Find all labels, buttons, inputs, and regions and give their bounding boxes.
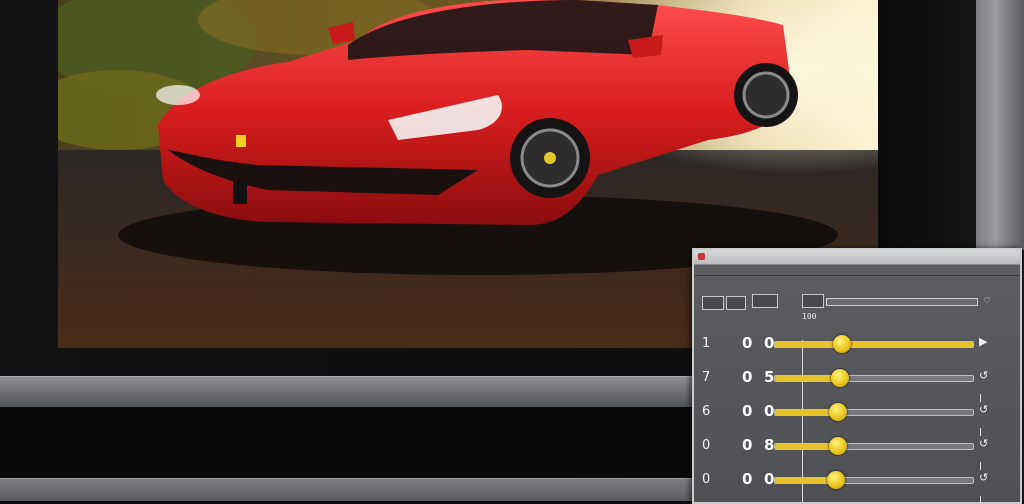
toolbar-label-mid: 100 [802, 312, 817, 321]
slider-row: 7 0 5 ↺ [694, 362, 1020, 402]
row-index: 0 [702, 438, 711, 453]
row-value-b: 0 [764, 334, 775, 352]
row-value-a: 0 [742, 470, 753, 488]
slider-knob[interactable] [833, 335, 851, 353]
play-icon[interactable]: ▶ [979, 335, 987, 348]
slider-fill [775, 342, 842, 347]
taskbar [0, 478, 700, 501]
row-index: 0 [702, 472, 711, 487]
reset-icon[interactable]: ↺ [979, 369, 988, 382]
toolbar-button-2[interactable] [726, 296, 746, 310]
slider-track[interactable] [774, 369, 981, 402]
slider-knob[interactable] [829, 437, 847, 455]
row-value-a: 0 [742, 402, 753, 420]
close-icon[interactable] [698, 253, 705, 260]
row-value-b: 5 [764, 368, 775, 386]
reset-icon[interactable]: ↺ [979, 437, 988, 450]
row-value-a: 0 [742, 334, 753, 352]
top-slider-track[interactable] [826, 298, 978, 306]
row-value-b: 0 [764, 470, 775, 488]
row-index: 1 [702, 336, 711, 351]
reset-icon[interactable]: ↺ [979, 471, 988, 484]
slider-track[interactable] [774, 437, 981, 470]
row-value-a: 0 [742, 436, 753, 454]
viewer-bottom-bar [0, 376, 700, 408]
lower-screen-area [0, 407, 700, 477]
toolbar-button-4[interactable] [802, 294, 824, 308]
toolbar-button-3[interactable] [752, 294, 778, 308]
panel-menu-bar [694, 265, 1020, 276]
slider-rows: 1 0 0 ▶ 7 0 5 ↺ 6 0 0 ↺ 0 0 8 ↺ 0 0 0 ↺ [694, 328, 1020, 504]
row-value-b: 8 [764, 436, 775, 454]
slider-row: 1 0 0 ▶ [694, 328, 1020, 362]
slider-track[interactable] [774, 403, 981, 436]
slider-row: 6 0 0 ↺ [694, 396, 1020, 436]
slider-row: 0 0 0 ↺ [694, 464, 1020, 504]
reset-icon[interactable]: ↺ [979, 403, 988, 416]
row-index: 6 [702, 404, 711, 419]
slider-row: 0 0 8 ↺ [694, 430, 1020, 470]
slider-knob[interactable] [829, 403, 847, 421]
slider-track[interactable] [774, 471, 981, 504]
slider-tick [980, 496, 991, 504]
row-value-a: 0 [742, 368, 753, 386]
slider-knob[interactable] [827, 471, 845, 489]
slider-track[interactable] [774, 335, 974, 353]
heart-icon[interactable]: ♡ [984, 296, 990, 307]
slider-knob[interactable] [831, 369, 849, 387]
row-index: 7 [702, 370, 711, 385]
row-value-b: 0 [764, 402, 775, 420]
monitor-bezel [878, 0, 978, 250]
panel-title-bar[interactable] [694, 250, 1020, 265]
adjustment-panel[interactable]: 100 ♡ 1 0 0 ▶ 7 0 5 ↺ 6 0 0 ↺ 0 0 8 ↺ 0 … [692, 248, 1022, 504]
panel-toolbar: 100 ♡ [694, 284, 1020, 328]
monitor-edge [976, 0, 1024, 250]
toolbar-button-1[interactable] [702, 296, 724, 310]
